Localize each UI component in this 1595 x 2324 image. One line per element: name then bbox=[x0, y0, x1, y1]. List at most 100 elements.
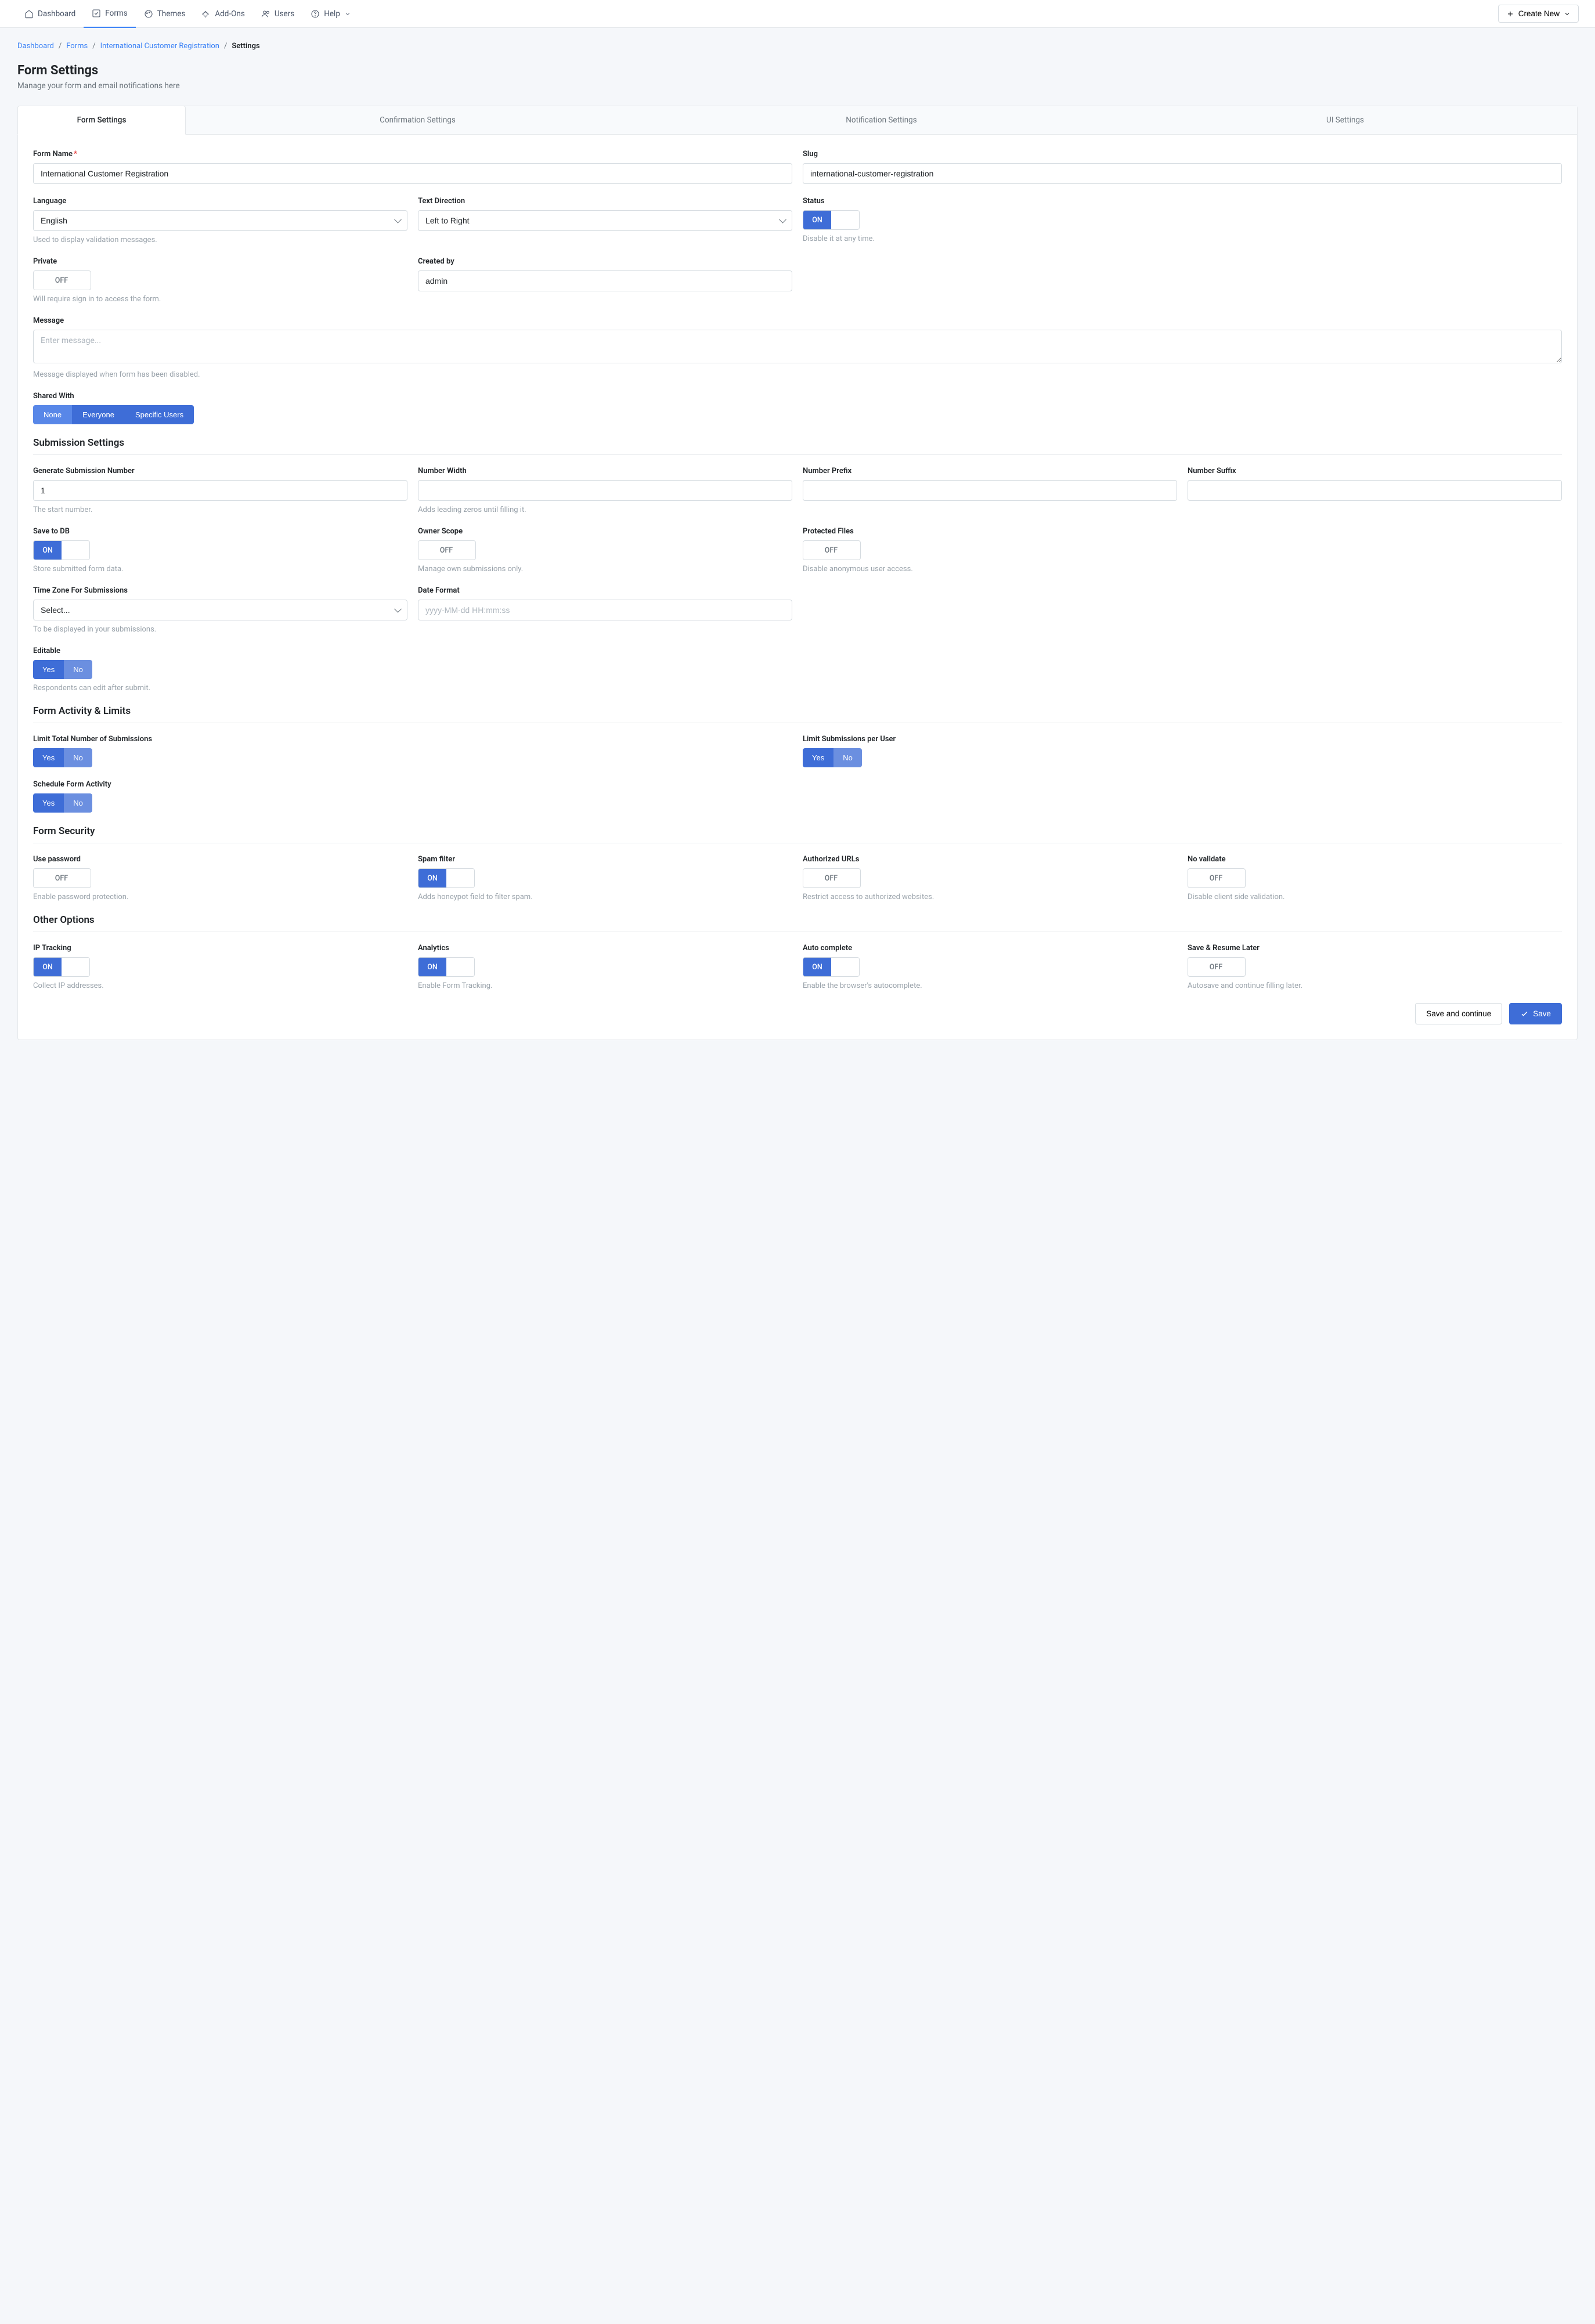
limit-per-user-yes[interactable]: Yes bbox=[803, 748, 833, 767]
save-label: Save bbox=[1533, 1009, 1551, 1018]
status-toggle[interactable]: ON bbox=[803, 210, 860, 230]
home-icon bbox=[24, 9, 34, 19]
shared-with-segment: None Everyone Specific Users bbox=[33, 405, 194, 424]
schedule-yes[interactable]: Yes bbox=[33, 793, 64, 813]
protected-files-label: Protected Files bbox=[803, 527, 1177, 536]
save-and-continue-button[interactable]: Save and continue bbox=[1415, 1003, 1502, 1024]
spam-filter-toggle[interactable]: ON bbox=[418, 868, 475, 888]
save-db-label: Save to DB bbox=[33, 527, 407, 536]
save-button[interactable]: Save bbox=[1509, 1003, 1562, 1024]
number-prefix-input[interactable] bbox=[803, 480, 1177, 501]
message-textarea[interactable] bbox=[33, 330, 1562, 363]
chevron-down-icon bbox=[344, 10, 351, 17]
use-password-label: Use password bbox=[33, 855, 407, 864]
create-new-button[interactable]: Create New bbox=[1498, 5, 1579, 23]
palette-icon bbox=[144, 9, 153, 19]
number-suffix-input[interactable] bbox=[1188, 480, 1562, 501]
chevron-down-icon bbox=[1564, 10, 1571, 17]
editable-yes[interactable]: Yes bbox=[33, 660, 64, 679]
language-select[interactable]: English bbox=[33, 210, 407, 231]
form-security-heading: Form Security bbox=[33, 825, 1562, 843]
owner-scope-toggle[interactable]: OFF bbox=[418, 540, 476, 560]
nav-label: Dashboard bbox=[38, 9, 75, 19]
created-by-label: Created by bbox=[418, 257, 792, 266]
breadcrumb-link[interactable]: Dashboard bbox=[17, 42, 54, 50]
date-format-label: Date Format bbox=[418, 586, 792, 595]
nav-label: Help bbox=[324, 9, 340, 19]
nav-forms[interactable]: Forms bbox=[84, 0, 135, 28]
footer-actions: Save and continue Save bbox=[33, 1003, 1562, 1024]
save-db-toggle[interactable]: ON bbox=[33, 540, 90, 560]
shared-everyone[interactable]: Everyone bbox=[72, 405, 125, 424]
auth-urls-toggle[interactable]: OFF bbox=[803, 868, 861, 888]
autocomplete-toggle[interactable]: ON bbox=[803, 957, 860, 977]
ip-tracking-label: IP Tracking bbox=[33, 944, 407, 952]
gen-number-input[interactable] bbox=[33, 480, 407, 501]
auth-urls-label: Authorized URLs bbox=[803, 855, 1177, 864]
breadcrumb-link[interactable]: International Customer Registration bbox=[100, 42, 219, 50]
date-format-input[interactable] bbox=[418, 600, 792, 620]
save-resume-toggle[interactable]: OFF bbox=[1188, 957, 1246, 977]
message-label: Message bbox=[33, 316, 1562, 325]
nav-label: Forms bbox=[105, 9, 127, 18]
editable-label: Editable bbox=[33, 647, 1562, 655]
timezone-select[interactable]: Select... bbox=[33, 600, 407, 620]
private-label: Private bbox=[33, 257, 407, 266]
tab-form-settings[interactable]: Form Settings bbox=[17, 106, 186, 135]
other-options-heading: Other Options bbox=[33, 914, 1562, 932]
owner-scope-label: Owner Scope bbox=[418, 527, 792, 536]
analytics-toggle[interactable]: ON bbox=[418, 957, 475, 977]
limit-total-yes[interactable]: Yes bbox=[33, 748, 64, 767]
message-help: Message displayed when form has been dis… bbox=[33, 370, 1562, 379]
slug-label: Slug bbox=[803, 150, 1562, 158]
breadcrumb: Dashboard/ Forms/ International Customer… bbox=[17, 42, 1578, 50]
limit-total-label: Limit Total Number of Submissions bbox=[33, 735, 792, 744]
nav-dashboard[interactable]: Dashboard bbox=[16, 0, 84, 28]
status-help: Disable it at any time. bbox=[803, 234, 1177, 243]
form-name-label: Form Name* bbox=[33, 150, 792, 158]
language-label: Language bbox=[33, 197, 407, 205]
tabs: Form Settings Confirmation Settings Noti… bbox=[18, 106, 1577, 135]
tab-confirmation[interactable]: Confirmation Settings bbox=[186, 106, 649, 134]
nav-addons[interactable]: Add-Ons bbox=[193, 0, 252, 28]
form-name-input[interactable] bbox=[33, 163, 792, 184]
text-direction-label: Text Direction bbox=[418, 197, 792, 205]
check-icon bbox=[1520, 1009, 1529, 1018]
page-title: Form Settings bbox=[17, 63, 1578, 78]
number-width-input[interactable] bbox=[418, 480, 792, 501]
puzzle-icon bbox=[201, 9, 211, 19]
tab-notification[interactable]: Notification Settings bbox=[649, 106, 1113, 134]
nav-help[interactable]: Help bbox=[302, 0, 359, 28]
private-toggle[interactable]: OFF bbox=[33, 270, 91, 290]
private-help: Will require sign in to access the form. bbox=[33, 295, 407, 304]
nav-themes[interactable]: Themes bbox=[136, 0, 194, 28]
slug-input[interactable] bbox=[803, 163, 1562, 184]
number-prefix-label: Number Prefix bbox=[803, 467, 1177, 475]
shared-none[interactable]: None bbox=[33, 405, 72, 424]
nav-label: Themes bbox=[157, 9, 186, 19]
top-nav: Dashboard Forms Themes Add-Ons Users Hel… bbox=[0, 0, 1595, 28]
check-square-icon bbox=[92, 9, 101, 18]
editable-no[interactable]: No bbox=[64, 660, 92, 679]
submission-settings-heading: Submission Settings bbox=[33, 437, 1562, 455]
breadcrumb-current: Settings bbox=[232, 42, 259, 50]
status-label: Status bbox=[803, 197, 1177, 205]
no-validate-toggle[interactable]: OFF bbox=[1188, 868, 1246, 888]
schedule-no[interactable]: No bbox=[64, 793, 92, 813]
text-direction-select[interactable]: Left to Right bbox=[418, 210, 792, 231]
use-password-toggle[interactable]: OFF bbox=[33, 868, 91, 888]
limit-per-user-no[interactable]: No bbox=[833, 748, 862, 767]
breadcrumb-link[interactable]: Forms bbox=[66, 42, 88, 50]
protected-files-toggle[interactable]: OFF bbox=[803, 540, 861, 560]
timezone-label: Time Zone For Submissions bbox=[33, 586, 407, 595]
nav-users[interactable]: Users bbox=[253, 0, 302, 28]
autocomplete-label: Auto complete bbox=[803, 944, 1177, 952]
schedule-activity-segment: Yes No bbox=[33, 793, 92, 813]
limit-total-no[interactable]: No bbox=[64, 748, 92, 767]
editable-segment: Yes No bbox=[33, 660, 92, 679]
tab-ui[interactable]: UI Settings bbox=[1113, 106, 1577, 134]
shared-specific[interactable]: Specific Users bbox=[125, 405, 194, 424]
help-icon bbox=[311, 9, 320, 19]
ip-tracking-toggle[interactable]: ON bbox=[33, 957, 90, 977]
created-by-input[interactable] bbox=[418, 270, 792, 291]
